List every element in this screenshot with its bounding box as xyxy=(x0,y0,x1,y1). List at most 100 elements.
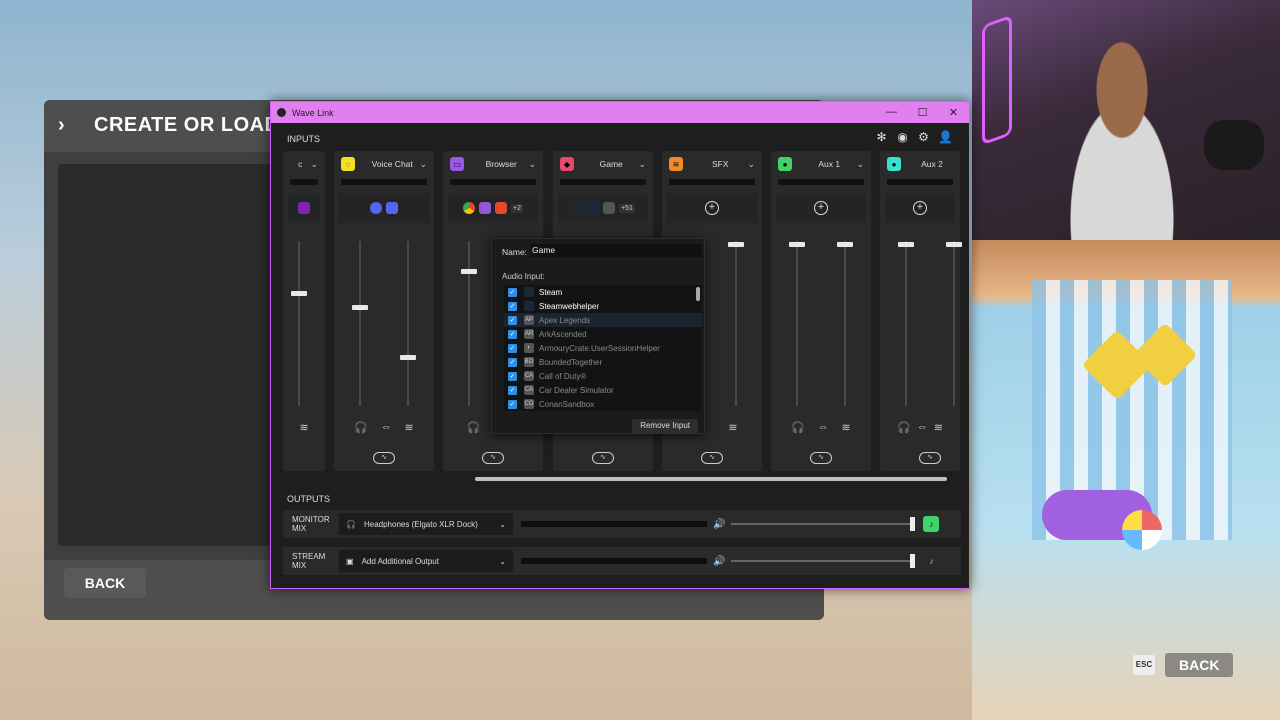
monitor-device-select[interactable]: 🎧 Headphones (Elgato XLR Dock) ⌄ xyxy=(339,513,513,535)
monitor-fader-track[interactable] xyxy=(359,241,361,406)
stream-fader-track[interactable] xyxy=(407,241,409,406)
fader-knob[interactable] xyxy=(291,291,307,296)
stream-mix-icon[interactable]: ≋ xyxy=(841,421,850,434)
monitor-fader-knob[interactable] xyxy=(898,242,914,247)
effects-button[interactable]: ∿ xyxy=(373,452,395,464)
monitor-fader-knob[interactable] xyxy=(352,305,368,310)
marketplace-icon[interactable]: ✻ xyxy=(875,131,888,144)
aux-icon: ● xyxy=(887,157,901,171)
minimize-button[interactable]: — xyxy=(876,106,907,119)
list-item[interactable]: ✓ CA Car Dealer Simulator xyxy=(504,383,702,397)
list-scrollbar[interactable] xyxy=(696,287,700,301)
channel-strip-aux-1: ● Aux 1 ⌄ + 🎧 ⇔ ≋ ∿ xyxy=(771,151,871,471)
monitor-volume-slider[interactable] xyxy=(731,517,916,531)
listen-toggle-icon[interactable]: ♪ xyxy=(923,553,939,569)
channel-name-input[interactable]: Game xyxy=(530,244,702,257)
stream-fader-track[interactable] xyxy=(953,241,955,406)
headphones-icon[interactable]: 🎧 xyxy=(354,421,368,434)
stream-fader-knob[interactable] xyxy=(400,355,416,360)
more-apps-badge[interactable]: +2 xyxy=(511,203,523,213)
checkbox-checked-icon[interactable]: ✓ xyxy=(508,399,517,409)
list-item[interactable]: ✓ Steam xyxy=(504,285,702,299)
checkbox-checked-icon[interactable]: ✓ xyxy=(508,315,517,325)
monitor-mix-label: MONITOR MIX xyxy=(292,515,330,533)
effects-button[interactable]: ∿ xyxy=(810,452,832,464)
monitor-fader-track[interactable] xyxy=(905,241,907,406)
maximize-button[interactable]: ☐ xyxy=(907,106,938,119)
speaker-icon[interactable]: 🔊 xyxy=(713,556,725,567)
chevron-down-icon[interactable]: ⌄ xyxy=(638,159,646,170)
stream-device-select[interactable]: ▣ Add Additional Output ⌄ xyxy=(339,550,513,572)
list-item-label: BoundedTogether xyxy=(539,357,603,367)
more-apps-badge[interactable]: +51 xyxy=(619,203,635,213)
add-app-icon[interactable]: + xyxy=(705,201,719,215)
effects-button[interactable]: ∿ xyxy=(592,452,614,464)
monitor-fader-knob[interactable] xyxy=(789,242,805,247)
list-item[interactable]: ✓ CO ConanSandbox xyxy=(504,397,702,411)
overlay-back-label[interactable]: BACK xyxy=(1165,653,1234,677)
headphones-icon[interactable]: 🎧 xyxy=(467,421,481,434)
list-item[interactable]: ✓ BO BoundedTogether xyxy=(504,355,702,369)
stream-fader-knob[interactable] xyxy=(728,242,744,247)
mixer-icon[interactable]: ◉ xyxy=(896,131,909,144)
game-back-button[interactable]: BACK xyxy=(64,568,146,598)
effects-button[interactable]: ∿ xyxy=(701,452,723,464)
stream-mix-icon[interactable]: ≋ xyxy=(728,421,737,434)
account-icon[interactable]: 👤 xyxy=(938,131,953,144)
stream-mix-icon[interactable]: ≋ xyxy=(299,421,308,434)
link-icon[interactable]: ⇔ xyxy=(917,421,928,434)
chevron-down-icon[interactable]: ⌄ xyxy=(419,159,427,170)
stream-fader-track[interactable] xyxy=(844,241,846,406)
level-meter xyxy=(560,179,646,185)
list-item[interactable]: ✓ CA Call of Duty® xyxy=(504,369,702,383)
app-icon: CA xyxy=(524,385,534,395)
overlay-back[interactable]: ESC BACK xyxy=(1133,652,1247,678)
chevron-down-icon[interactable]: ⌄ xyxy=(747,159,755,170)
checkbox-checked-icon[interactable]: ✓ xyxy=(508,385,517,395)
link-icon[interactable]: ⇔ xyxy=(381,421,392,434)
chevron-down-icon[interactable]: ⌄ xyxy=(528,159,536,170)
list-item[interactable]: ✓ AR ArkAscended xyxy=(504,327,702,341)
checkbox-checked-icon[interactable]: ✓ xyxy=(508,329,517,339)
headphones-icon[interactable]: 🎧 xyxy=(791,421,805,434)
monitor-fader-knob[interactable] xyxy=(461,269,477,274)
effects-button[interactable]: ∿ xyxy=(919,452,941,464)
list-item[interactable]: ✓ ◐ ArmouryCrate.UserSessionHelper xyxy=(504,341,702,355)
add-app-icon[interactable]: + xyxy=(913,201,927,215)
close-button[interactable]: ✕ xyxy=(938,106,969,119)
stream-mix-icon[interactable]: ≋ xyxy=(934,421,943,434)
slider-knob[interactable] xyxy=(910,517,916,531)
chevron-right-icon[interactable]: › xyxy=(58,114,65,137)
remove-input-button[interactable]: Remove Input xyxy=(632,419,698,433)
stream-volume-slider[interactable] xyxy=(731,554,916,568)
discord-icon xyxy=(386,202,398,214)
effects-button[interactable]: ∿ xyxy=(482,452,504,464)
chevron-down-icon[interactable]: ⌄ xyxy=(856,159,864,170)
add-app-icon[interactable]: + xyxy=(814,201,828,215)
stream-fader-track[interactable] xyxy=(735,241,737,406)
list-item-label: Steamwebhelper xyxy=(539,301,600,311)
chevron-down-icon[interactable]: ⌄ xyxy=(310,159,318,170)
stream-fader-knob[interactable] xyxy=(946,242,962,247)
slider-knob[interactable] xyxy=(910,554,916,568)
headphones-icon[interactable]: 🎧 xyxy=(897,421,911,434)
horizontal-scrollbar[interactable] xyxy=(475,477,947,481)
monitor-fader-track[interactable] xyxy=(796,241,798,406)
speaker-icon[interactable]: 🔊 xyxy=(713,519,725,530)
monitor-fader-track[interactable] xyxy=(468,241,470,406)
voice-chat-icon: ◌ xyxy=(341,157,355,171)
checkbox-checked-icon[interactable]: ✓ xyxy=(508,371,517,381)
checkbox-checked-icon[interactable]: ✓ xyxy=(508,301,517,311)
stream-mix-icon[interactable]: ≋ xyxy=(404,421,413,434)
checkbox-checked-icon[interactable]: ✓ xyxy=(508,343,517,353)
stream-fader-knob[interactable] xyxy=(837,242,853,247)
link-icon[interactable]: ⇔ xyxy=(818,421,829,434)
checkbox-checked-icon[interactable]: ✓ xyxy=(508,287,517,297)
checkbox-checked-icon[interactable]: ✓ xyxy=(508,357,517,367)
list-item[interactable]: ✓ Steamwebhelper xyxy=(504,299,702,313)
listen-toggle-icon[interactable]: ♪ xyxy=(923,516,940,532)
settings-gear-icon[interactable]: ⚙ xyxy=(917,131,930,144)
list-item[interactable]: ✓ AP Apex Legends xyxy=(504,313,702,327)
fader-track[interactable] xyxy=(298,241,300,406)
title-bar[interactable]: Wave Link — ☐ ✕ xyxy=(271,102,969,123)
